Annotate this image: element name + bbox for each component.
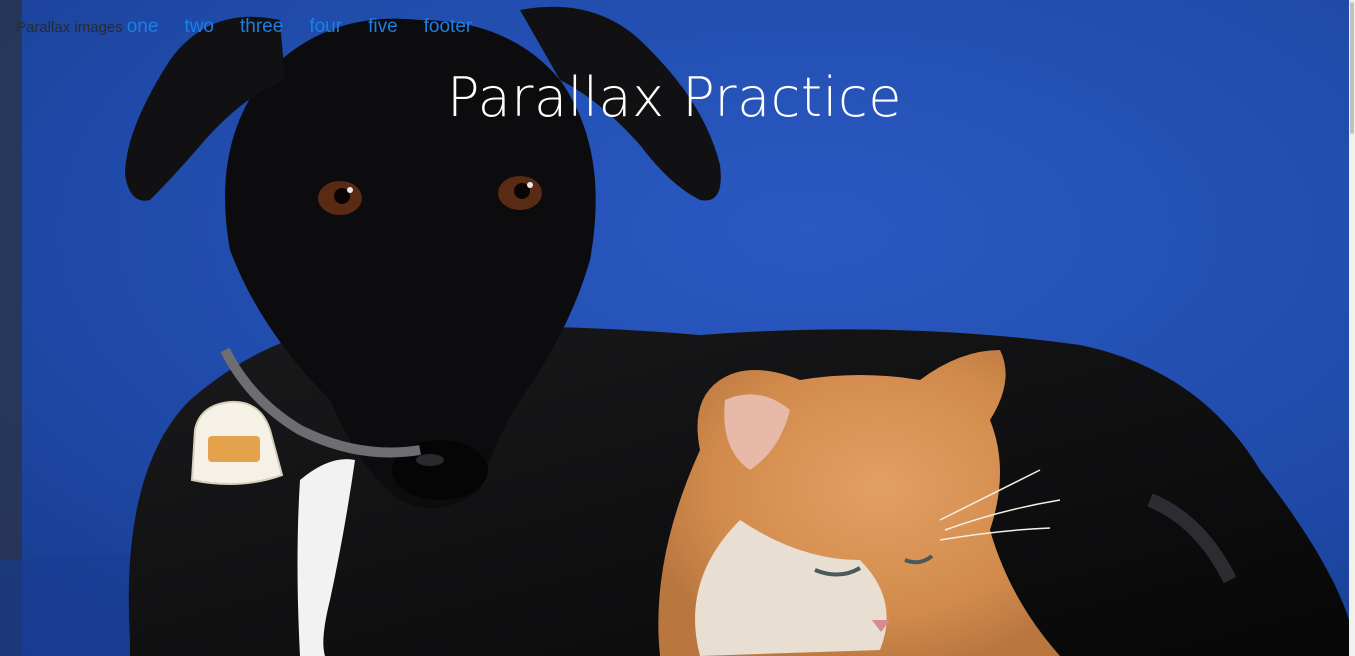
vertical-scrollbar[interactable]	[1349, 0, 1355, 656]
nav-item-footer: footer	[424, 16, 499, 38]
page-title: Parallax Practice	[447, 66, 902, 129]
scrollbar-thumb[interactable]	[1350, 2, 1354, 134]
hero-section: Parallax images one two three four five …	[0, 0, 1355, 656]
top-navbar: Parallax images one two three four five …	[16, 16, 498, 38]
nav-item-four: four	[309, 16, 368, 38]
nav-item-one: one	[127, 16, 185, 38]
nav-links: one two three four five footer	[127, 16, 499, 38]
nav-link-footer[interactable]: footer	[424, 16, 473, 37]
navbar-brand[interactable]: Parallax images	[16, 19, 123, 36]
nav-link-two[interactable]: two	[184, 16, 214, 37]
nav-link-five[interactable]: five	[368, 16, 398, 37]
nav-item-two: two	[184, 16, 240, 38]
nav-link-four[interactable]: four	[309, 16, 342, 37]
nav-item-three: three	[240, 16, 309, 38]
nav-link-one[interactable]: one	[127, 16, 159, 37]
nav-link-three[interactable]: three	[240, 16, 283, 37]
nav-item-five: five	[368, 16, 424, 38]
